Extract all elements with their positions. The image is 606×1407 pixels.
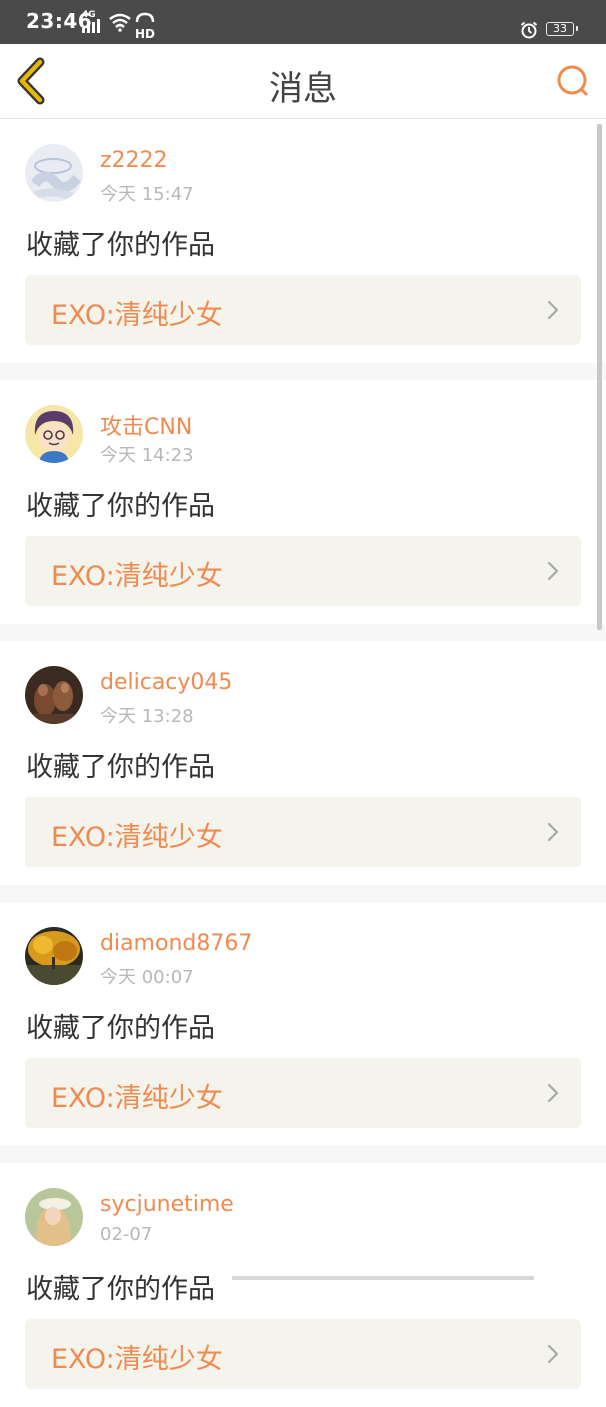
message-card: diamond8767 今天 00:07 收藏了你的作品 EXO:清纯少女 <box>0 902 606 1146</box>
chevron-right-icon <box>547 1083 559 1103</box>
avatar[interactable] <box>25 405 83 463</box>
avatar[interactable] <box>25 1188 83 1246</box>
chevron-right-icon <box>547 300 559 320</box>
message-card: delicacy045 今天 13:28 收藏了你的作品 EXO:清纯少女 <box>0 641 606 885</box>
battery-level: 33 <box>546 22 578 36</box>
username[interactable]: 攻击CNN <box>100 409 192 441</box>
message-time: 今天 14:23 <box>100 445 194 466</box>
work-title: EXO:清纯少女 <box>51 822 223 853</box>
username[interactable]: sycjunetime <box>100 1192 234 1217</box>
avatar-image <box>25 927 83 985</box>
work-link[interactable]: EXO:清纯少女 <box>25 1058 581 1128</box>
message-action: 收藏了你的作品 <box>26 491 215 522</box>
wifi-icon <box>109 13 131 32</box>
work-title: EXO:清纯少女 <box>51 300 223 331</box>
work-link[interactable]: EXO:清纯少女 <box>25 275 581 345</box>
hd-icon: HD <box>135 12 155 40</box>
alarm-icon <box>520 21 538 39</box>
avatar-image <box>25 1188 83 1246</box>
message-action: 收藏了你的作品 <box>26 752 215 783</box>
message-time: 今天 15:47 <box>100 184 194 205</box>
hd-label: HD <box>135 27 155 40</box>
page-title: 消息 <box>269 69 337 109</box>
chevron-right-icon <box>547 822 559 842</box>
work-link[interactable]: EXO:清纯少女 <box>25 536 581 606</box>
search-icon <box>557 65 588 96</box>
avatar[interactable] <box>25 927 83 985</box>
message-action: 收藏了你的作品 <box>26 1274 215 1305</box>
avatar[interactable] <box>25 666 83 724</box>
work-title: EXO:清纯少女 <box>51 1083 223 1114</box>
message-card: sycjunetime 02-07 收藏了你的作品 EXO:清纯少女 <box>0 1163 606 1407</box>
scrollbar[interactable] <box>597 124 602 630</box>
signal-icon <box>82 19 100 33</box>
chevron-right-icon <box>547 561 559 581</box>
avatar[interactable] <box>25 144 83 202</box>
status-bar: 23:46 4G HD 33 <box>0 0 606 44</box>
work-link[interactable]: EXO:清纯少女 <box>25 1319 581 1389</box>
chevron-right-icon <box>547 1344 559 1364</box>
search-button[interactable] <box>548 56 598 106</box>
message-card: z2222 今天 15:47 收藏了你的作品 EXO:清纯少女 <box>0 119 606 363</box>
avatar-image <box>25 405 83 463</box>
username[interactable]: delicacy045 <box>100 670 232 695</box>
work-title: EXO:清纯少女 <box>51 1344 223 1375</box>
message-time: 今天 13:28 <box>100 706 194 727</box>
message-time: 02-07 <box>100 1224 153 1245</box>
username[interactable]: diamond8767 <box>100 931 252 956</box>
message-action: 收藏了你的作品 <box>26 1013 215 1044</box>
message-card: 攻击CNN 今天 14:23 收藏了你的作品 EXO:清纯少女 <box>0 380 606 624</box>
message-time: 今天 00:07 <box>100 967 194 988</box>
page-header: 消息 <box>0 44 606 119</box>
work-link[interactable]: EXO:清纯少女 <box>25 797 581 867</box>
work-title: EXO:清纯少女 <box>51 561 223 592</box>
username[interactable]: z2222 <box>100 148 168 173</box>
message-action: 收藏了你的作品 <box>26 230 215 261</box>
avatar-image <box>25 666 83 724</box>
avatar-image <box>25 144 83 202</box>
bottom-gesture-handle <box>232 1276 534 1280</box>
